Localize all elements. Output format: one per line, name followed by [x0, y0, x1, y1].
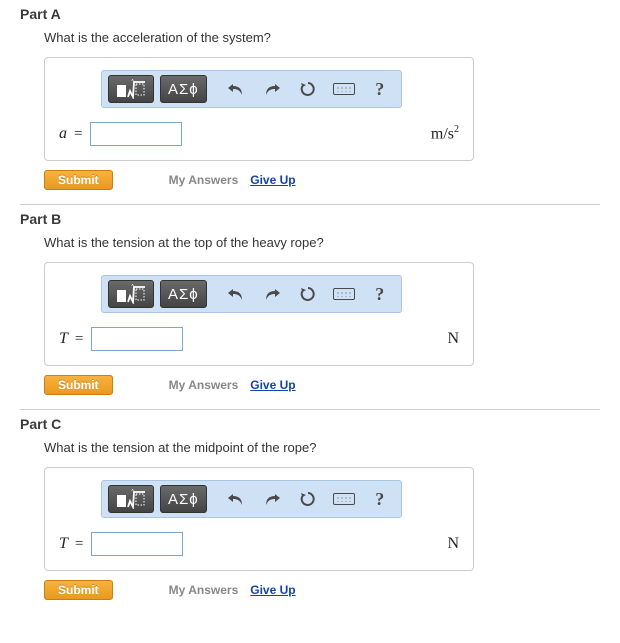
submit-button[interactable]: Submit — [44, 580, 113, 600]
submit-button[interactable]: Submit — [44, 170, 113, 190]
equation-toolbar: x ΑΣϕ ? — [101, 275, 402, 313]
give-up-link[interactable]: Give Up — [250, 378, 295, 392]
give-up-link[interactable]: Give Up — [250, 173, 295, 187]
input-row: T = N — [57, 532, 461, 556]
answer-input[interactable] — [91, 327, 183, 351]
equation-toolbar: x ΑΣϕ ? — [101, 480, 402, 518]
part-section: Part C What is the tension at the midpoi… — [20, 410, 600, 614]
help-button[interactable]: ? — [365, 280, 395, 308]
my-answers-link[interactable]: My Answers — [169, 378, 239, 392]
input-row: a = m/s2 — [57, 122, 461, 146]
answer-input[interactable] — [90, 122, 182, 146]
greek-button[interactable]: ΑΣϕ — [160, 485, 207, 513]
actions-row: Submit My Answers Give Up — [44, 170, 600, 190]
actions-row: Submit My Answers Give Up — [44, 375, 600, 395]
redo-button[interactable] — [257, 280, 287, 308]
greek-button[interactable]: ΑΣϕ — [160, 280, 207, 308]
answer-box: x ΑΣϕ ? a = m/s2 — [44, 57, 474, 161]
submit-button[interactable]: Submit — [44, 375, 113, 395]
svg-text:x: x — [131, 489, 134, 493]
svg-text:x: x — [131, 79, 134, 83]
equals-label: = — [75, 331, 83, 348]
answer-input[interactable] — [91, 532, 183, 556]
reset-button[interactable] — [293, 280, 323, 308]
keyboard-icon — [333, 83, 355, 95]
unit-label: N — [447, 330, 459, 348]
give-up-link[interactable]: Give Up — [250, 583, 295, 597]
undo-button[interactable] — [221, 280, 251, 308]
part-title: Part B — [20, 211, 600, 227]
variable-label: T — [59, 330, 68, 348]
help-button[interactable]: ? — [365, 485, 395, 513]
unit-label: m/s2 — [431, 124, 459, 143]
keyboard-button[interactable] — [329, 75, 359, 103]
redo-button[interactable] — [257, 75, 287, 103]
keyboard-icon — [333, 288, 355, 300]
equals-label: = — [75, 536, 83, 553]
templates-button[interactable]: x — [108, 485, 154, 513]
input-row: T = N — [57, 327, 461, 351]
keyboard-button[interactable] — [329, 485, 359, 513]
keyboard-icon — [333, 493, 355, 505]
equation-toolbar: x ΑΣϕ ? — [101, 70, 402, 108]
question-text: What is the tension at the midpoint of t… — [44, 440, 600, 455]
part-title: Part A — [20, 6, 600, 22]
undo-button[interactable] — [221, 485, 251, 513]
svg-text:x: x — [131, 284, 134, 288]
part-section: Part B What is the tension at the top of… — [20, 205, 600, 410]
templates-button[interactable]: x — [108, 75, 154, 103]
help-button[interactable]: ? — [365, 75, 395, 103]
my-answers-link[interactable]: My Answers — [169, 173, 239, 187]
part-title: Part C — [20, 416, 600, 432]
variable-label: T — [59, 535, 68, 553]
question-text: What is the tension at the top of the he… — [44, 235, 600, 250]
question-text: What is the acceleration of the system? — [44, 30, 600, 45]
unit-label: N — [447, 535, 459, 553]
redo-button[interactable] — [257, 485, 287, 513]
undo-button[interactable] — [221, 75, 251, 103]
my-answers-link[interactable]: My Answers — [169, 583, 239, 597]
equals-label: = — [74, 126, 82, 143]
answer-box: x ΑΣϕ ? T = N — [44, 467, 474, 571]
keyboard-button[interactable] — [329, 280, 359, 308]
part-section: Part A What is the acceleration of the s… — [20, 0, 600, 205]
templates-button[interactable]: x — [108, 280, 154, 308]
actions-row: Submit My Answers Give Up — [44, 580, 600, 600]
greek-button[interactable]: ΑΣϕ — [160, 75, 207, 103]
reset-button[interactable] — [293, 75, 323, 103]
variable-label: a — [59, 125, 67, 143]
reset-button[interactable] — [293, 485, 323, 513]
answer-box: x ΑΣϕ ? T = N — [44, 262, 474, 366]
